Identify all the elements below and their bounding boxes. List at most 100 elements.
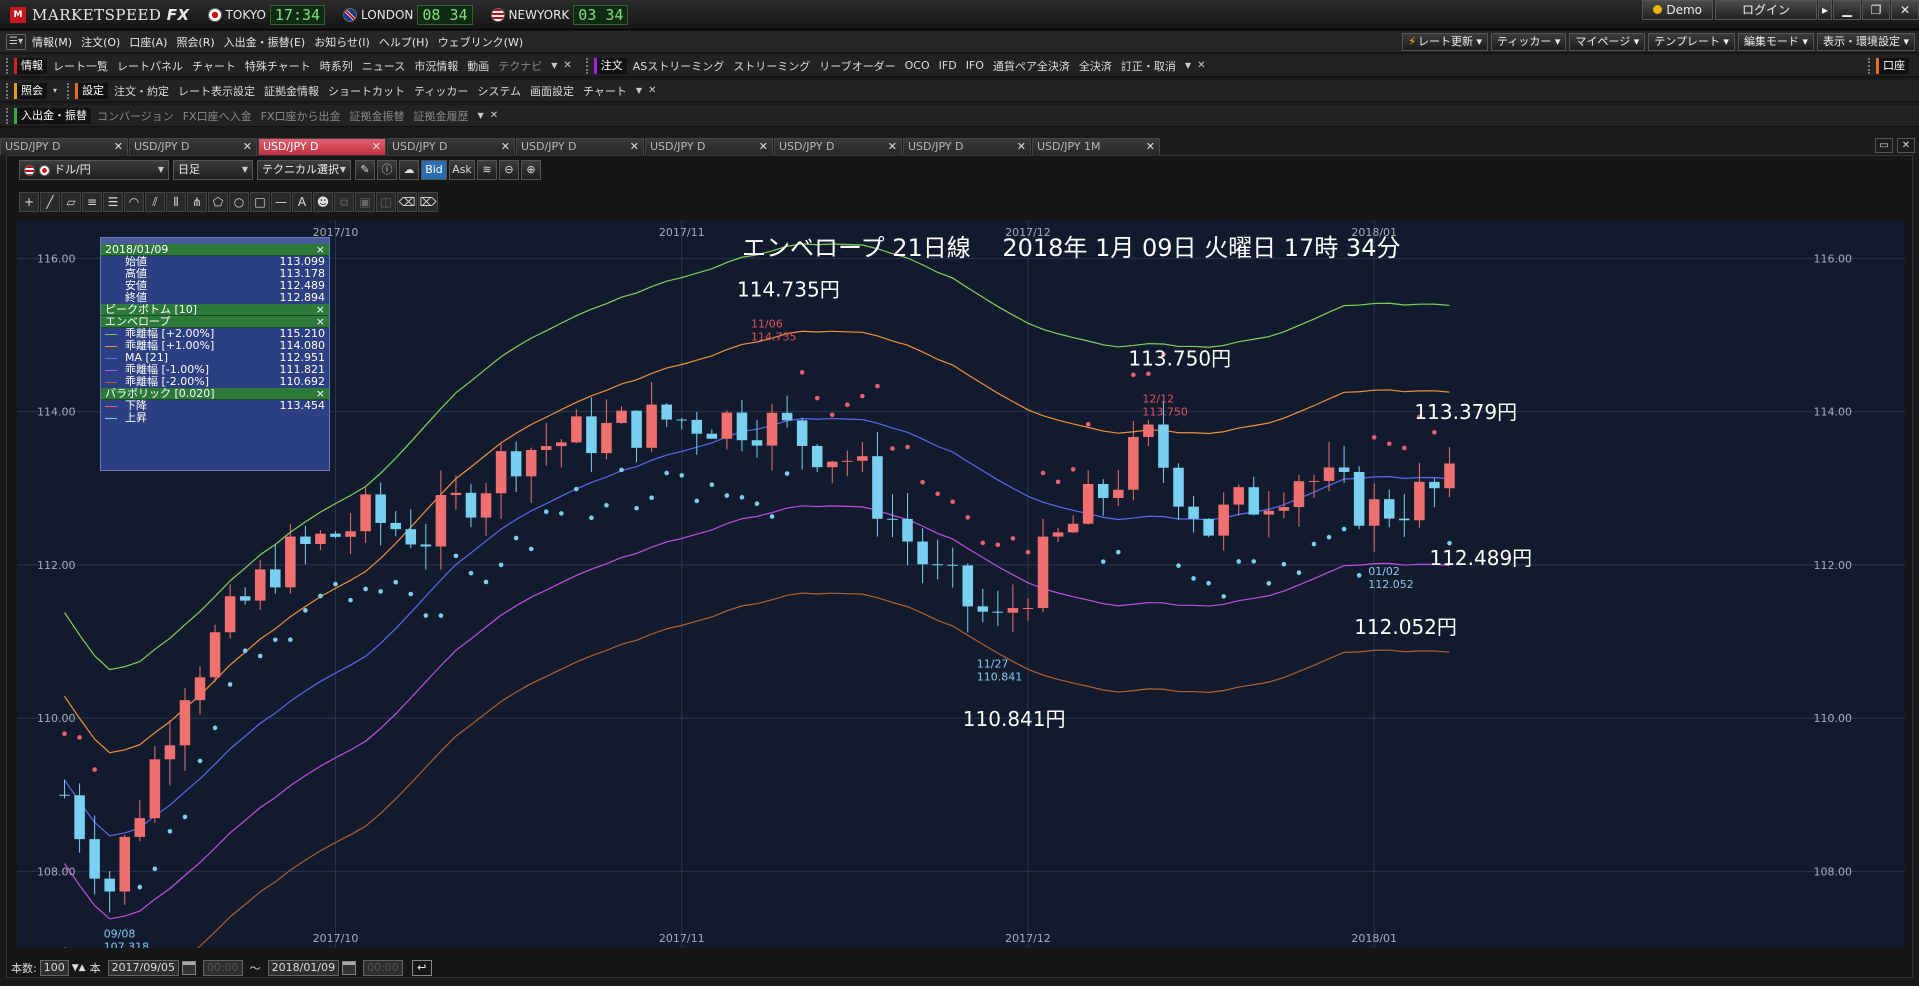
chart-button[interactable]: チャート xyxy=(192,58,236,74)
leave-order-button[interactable]: リーブオーダー xyxy=(819,58,895,74)
menu-inquiry[interactable]: 照会(R) xyxy=(176,34,214,50)
currency-pair-select[interactable]: ドル/円 xyxy=(19,160,169,180)
hline-icon[interactable]: — xyxy=(271,192,291,212)
ask-button[interactable]: Ask xyxy=(449,160,475,180)
fan-icon[interactable]: ⫽ xyxy=(145,192,165,212)
ifd-button[interactable]: IFD xyxy=(939,59,957,72)
menu-notice[interactable]: お知らせ(I) xyxy=(314,34,370,50)
rectangle-icon[interactable]: □ xyxy=(250,192,270,212)
pitchfork-icon[interactable]: ⋔ xyxy=(187,192,207,212)
close-icon[interactable]: ✕ xyxy=(114,139,123,155)
close-icon[interactable]: ✕ xyxy=(888,139,897,155)
apply-range-icon[interactable]: ↩ xyxy=(411,960,432,976)
tab-chart-1[interactable]: USD/JPY D ✕ xyxy=(0,138,128,155)
technical-select[interactable]: テクニカル選択 xyxy=(257,160,351,180)
conversion-button[interactable]: コンバージョン xyxy=(97,108,174,124)
chevron-down-icon[interactable]: ▼ xyxy=(636,86,642,95)
rate-list-button[interactable]: レート一覧 xyxy=(53,58,108,74)
bar-count-input[interactable]: 100 xyxy=(39,960,69,976)
zoom-in-icon[interactable]: ⊕ xyxy=(521,160,541,180)
erase-all-icon[interactable]: ⌦ xyxy=(418,192,438,212)
close-icon[interactable]: ✕ xyxy=(563,60,571,71)
menu-list-icon[interactable]: ☰▾ xyxy=(6,33,26,50)
grip[interactable] xyxy=(6,107,10,124)
menu-weblink[interactable]: ウェブリンク(W) xyxy=(438,34,523,50)
oco-button[interactable]: OCO xyxy=(905,59,930,72)
info-icon[interactable]: ⓘ xyxy=(377,160,397,180)
maximize-icon[interactable]: ▭ xyxy=(1875,138,1893,153)
eraser-icon[interactable]: ⌫ xyxy=(397,192,417,212)
hlines-icon[interactable]: ≡ xyxy=(82,192,102,212)
tab-chart-7[interactable]: USD/JPY D ✕ xyxy=(774,138,902,155)
close-icon[interactable]: ✕ xyxy=(501,139,510,155)
menu-info[interactable]: 情報(M) xyxy=(32,34,72,50)
chevron-down-icon[interactable]: ▼ xyxy=(478,111,484,120)
chevron-down-icon[interactable]: ▾ xyxy=(53,86,57,95)
ruler-icon[interactable]: ▱ xyxy=(61,192,81,212)
grip[interactable] xyxy=(67,82,71,99)
tab-chart-2[interactable]: USD/JPY D ✕ xyxy=(129,138,257,155)
account-tag[interactable]: 口座 xyxy=(1876,57,1909,74)
close-icon[interactable]: ✕ xyxy=(648,85,656,96)
demo-button[interactable]: Demo xyxy=(1642,0,1713,20)
close-icon[interactable]: ✕ xyxy=(1897,138,1915,153)
crosshair-icon[interactable]: + xyxy=(19,192,39,212)
ticker-button[interactable]: ティッカー ▾ xyxy=(1491,33,1567,51)
cloud-icon[interactable]: ☁ xyxy=(399,160,419,180)
close-icon[interactable]: ✕ xyxy=(1891,0,1919,20)
menu-order[interactable]: 注文(O) xyxy=(81,34,120,50)
grip[interactable] xyxy=(6,57,10,74)
pentagon-icon[interactable]: ⬠ xyxy=(208,192,228,212)
login-menu-arrow-icon[interactable]: ▸ xyxy=(1818,0,1832,20)
from-time-input[interactable]: 00:00 xyxy=(202,960,243,976)
emoji-icon[interactable]: ☻ xyxy=(313,192,333,212)
grip[interactable] xyxy=(6,82,10,99)
login-button[interactable]: ログイン xyxy=(1714,0,1817,20)
rate-display-settings[interactable]: レート表示設定 xyxy=(178,83,255,99)
chevron-down-icon[interactable]: ▼ xyxy=(1185,61,1191,70)
copy-icon[interactable]: ⧉ xyxy=(334,192,354,212)
vlines-icon[interactable]: ⦀ xyxy=(166,192,186,212)
grip[interactable] xyxy=(585,57,590,74)
tab-chart-6[interactable]: USD/JPY D ✕ xyxy=(645,138,773,155)
bar-count-stepper-icon[interactable]: ▼▲ xyxy=(72,963,86,973)
streaming-button[interactable]: ストリーミング xyxy=(733,58,810,74)
margin-info-settings[interactable]: 証拠金情報 xyxy=(264,83,319,99)
minimize-icon[interactable]: ▁ xyxy=(1833,0,1861,20)
menu-help[interactable]: ヘルプ(H) xyxy=(379,34,429,50)
close-icon[interactable]: ✕ xyxy=(630,139,639,155)
menu-transfer[interactable]: 入出金・振替(E) xyxy=(224,34,306,50)
withdraw-fx-button[interactable]: FX口座から出金 xyxy=(261,108,341,124)
close-icon[interactable]: ✕ xyxy=(490,110,498,121)
bid-button[interactable]: Bid xyxy=(421,160,447,180)
arc-icon[interactable]: ◠ xyxy=(124,192,144,212)
calendar-icon[interactable] xyxy=(181,961,196,975)
layer-icon[interactable]: ◫ xyxy=(376,192,396,212)
mypage-button[interactable]: マイページ ▾ xyxy=(1569,33,1646,51)
tab-chart-5[interactable]: USD/JPY D ✕ xyxy=(516,138,644,155)
rate-update-button[interactable]: レート更新 ▾ xyxy=(1402,33,1489,51)
tab-chart-3[interactable]: USD/JPY D ✕ xyxy=(258,138,386,155)
display-settings-button[interactable]: 表示・環境設定 ▾ xyxy=(1816,33,1915,51)
pair-settle-button[interactable]: 通貨ペア全決済 xyxy=(993,58,1070,74)
to-time-input[interactable]: 00:00 xyxy=(363,960,403,976)
chevron-down-icon[interactable]: ▼ xyxy=(551,61,557,70)
margin-transfer-button[interactable]: 証拠金振替 xyxy=(350,108,405,124)
close-icon[interactable]: ✕ xyxy=(1197,60,1205,71)
period-select[interactable]: 日足 xyxy=(173,160,253,180)
order-exec-settings[interactable]: 注文・約定 xyxy=(114,83,169,99)
to-date-input[interactable]: 2018/01/09 xyxy=(267,960,340,976)
modify-cancel-button[interactable]: 訂正・取消 xyxy=(1121,58,1176,74)
data-window[interactable]: 2018/01/09 × 始値 113.099 高値 113.178 安値 112.48… xyxy=(100,237,330,471)
market-info-button[interactable]: 市況情報 xyxy=(414,58,458,74)
chart-settings[interactable]: チャート xyxy=(583,83,627,99)
inquiry-tag[interactable]: 照会 xyxy=(14,82,47,99)
video-button[interactable]: 動画 xyxy=(467,58,489,74)
technavi-button[interactable]: テクナビ xyxy=(498,58,542,74)
deposit-fx-button[interactable]: FX口座へ入金 xyxy=(183,108,252,124)
close-icon[interactable]: ✕ xyxy=(1017,139,1026,155)
special-chart-button[interactable]: 特殊チャート xyxy=(245,58,311,74)
ifo-button[interactable]: IFO xyxy=(966,59,984,72)
close-icon[interactable]: ✕ xyxy=(1146,139,1155,155)
fib-icon[interactable]: ☰ xyxy=(103,192,123,212)
